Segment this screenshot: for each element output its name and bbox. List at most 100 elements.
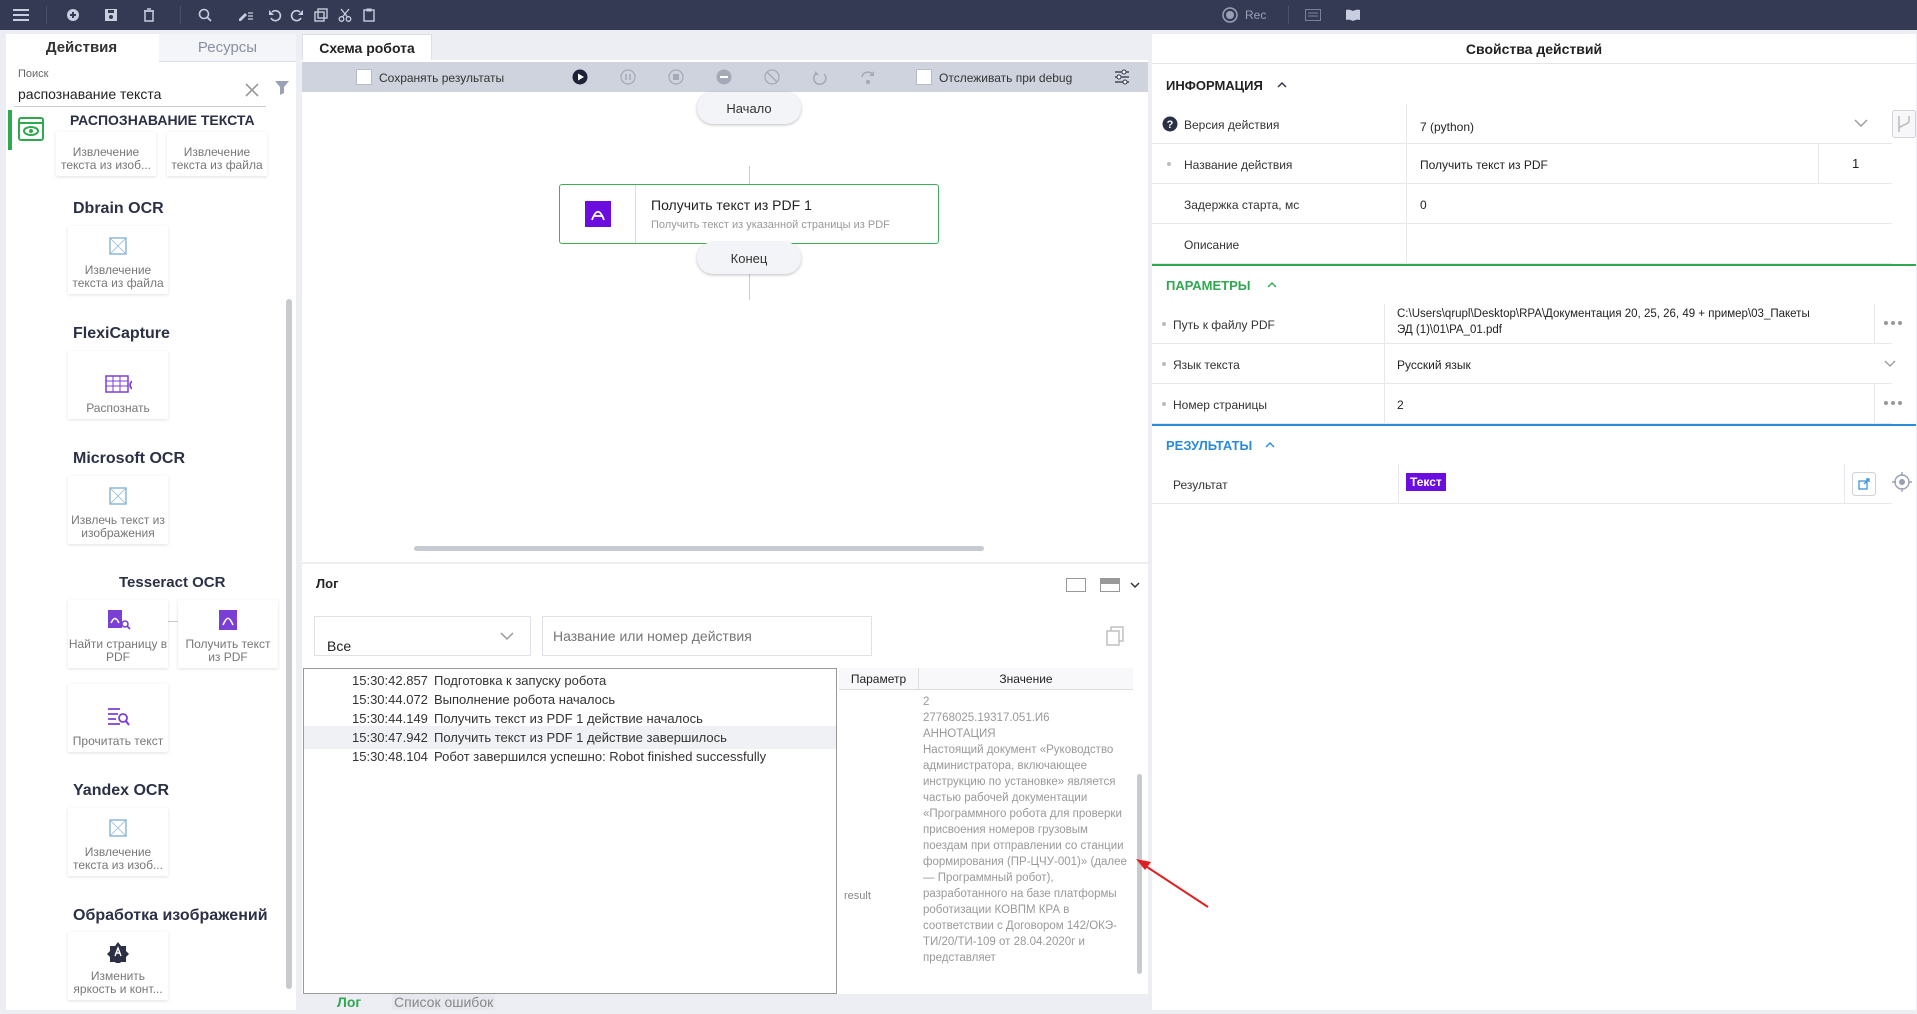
redo-icon[interactable]	[288, 6, 306, 24]
chevron-down-icon[interactable]	[1884, 360, 1896, 368]
more-icon[interactable]	[1876, 384, 1910, 422]
start-delay-field[interactable]: 0	[1420, 198, 1427, 212]
text-language-label: Язык текста	[1173, 358, 1240, 372]
paste-icon[interactable]	[360, 6, 378, 24]
action-tile[interactable]: Распознать	[68, 351, 168, 419]
record-label[interactable]: Rec	[1245, 8, 1266, 22]
section-results[interactable]: РЕЗУЛЬТАТЫ	[1166, 438, 1252, 453]
page-number-field[interactable]: 2	[1397, 398, 1404, 412]
save-results-checkbox[interactable]	[356, 69, 372, 85]
log-panel: Лог Все 15:30:42.857 Подготовка к запуску…	[302, 564, 1148, 1010]
version-select[interactable]: 7 (python)	[1420, 120, 1474, 134]
edit-list-icon[interactable]	[236, 6, 254, 24]
group-title: Yandex OCR	[73, 782, 170, 799]
search-input[interactable]	[18, 84, 248, 104]
action-tile[interactable]: Изменить яркость и конт...	[68, 932, 168, 1000]
log-level-select[interactable]: Все	[314, 616, 531, 656]
result-label: Результат	[1173, 478, 1228, 492]
branch-icon[interactable]	[1892, 110, 1916, 138]
layout-single-icon[interactable]	[1066, 578, 1086, 592]
text-language-select[interactable]: Русский язык	[1397, 358, 1471, 372]
column-divider	[1384, 304, 1385, 344]
layout-split-icon[interactable]	[1100, 578, 1120, 592]
horizontal-scrollbar[interactable]	[414, 546, 984, 551]
action-tile[interactable]: Извлечение текста из изоб...	[56, 132, 156, 176]
action-tile[interactable]: Прочитать текст	[68, 684, 168, 752]
tab-actions[interactable]: Действия	[6, 34, 157, 62]
help-icon[interactable]: ?	[1162, 116, 1178, 132]
tab-resources[interactable]: Ресурсы	[159, 34, 296, 62]
group-title: Microsoft OCR	[73, 450, 185, 467]
action-search-input[interactable]	[542, 616, 872, 656]
record-icon[interactable]	[1221, 6, 1239, 24]
export-icon[interactable]	[1852, 472, 1876, 496]
add-icon[interactable]	[64, 6, 82, 24]
node-subtitle: Получить текст из указанной страницы из …	[651, 219, 890, 231]
group-title: Tesseract OCR	[119, 574, 226, 591]
trash-icon[interactable]	[140, 6, 158, 24]
action-name-field[interactable]: Получить текст из PDF	[1420, 158, 1548, 172]
target-icon[interactable]	[1892, 472, 1912, 492]
action-tile[interactable]: Извлечение текста из файла	[68, 226, 168, 294]
action-number-field[interactable]: 1	[1852, 156, 1859, 171]
action-tile[interactable]: Найти страницу в PDF	[68, 600, 168, 668]
pause-icon[interactable]	[620, 69, 636, 85]
start-node[interactable]: Начало	[697, 92, 801, 124]
chevron-up-icon[interactable]	[1266, 280, 1278, 288]
action-properties-panel: Свойства действий ИНФОРМАЦИЯ ? Версия де…	[1152, 34, 1916, 1010]
step-over-icon[interactable]	[860, 69, 876, 85]
book-icon[interactable]	[1344, 6, 1362, 24]
play-icon[interactable]	[572, 69, 588, 85]
action-tile[interactable]: Извлечение текста из файла	[167, 132, 267, 176]
filter-icon[interactable]	[273, 78, 293, 100]
tile-label: Изменить яркость и конт...	[73, 969, 163, 996]
tab-error-list[interactable]: Список ошибок	[392, 994, 496, 1010]
column-divider	[1406, 224, 1407, 264]
pdf-path-line2[interactable]: ЭД (1)\01\PA_01.pdf	[1397, 324, 1502, 336]
chevron-up-icon[interactable]	[1276, 80, 1288, 88]
undo-icon[interactable]	[266, 6, 284, 24]
action-tile[interactable]: Извлечь текст из изображения	[68, 476, 168, 544]
pdf-path-line1[interactable]: C:\Users\qrupl\Desktop\RPA\Документация …	[1397, 308, 1810, 320]
search-icon[interactable]	[196, 6, 214, 24]
property-row: Описание	[1152, 224, 1892, 264]
column-divider	[1384, 344, 1385, 384]
log-row[interactable]: 15:30:48.104 Робот завершился успешно: Ro…	[304, 745, 836, 768]
tab-robot-schema[interactable]: Схема робота	[302, 34, 432, 60]
log-message: Получить текст из PDF 1 действие началос…	[434, 711, 703, 726]
result-type-badge[interactable]: Текст	[1406, 473, 1446, 491]
chevron-up-icon[interactable]	[1264, 440, 1276, 448]
copy-icon[interactable]	[312, 6, 330, 24]
text-recognition-icon[interactable]	[16, 114, 46, 144]
clear-icon[interactable]	[242, 80, 262, 100]
menu-icon[interactable]	[12, 6, 30, 24]
tile-label: Извлечение текста из файла	[72, 263, 164, 290]
section-parameters[interactable]: ПАРАМЕТРЫ	[1166, 278, 1251, 293]
chevron-down-icon[interactable]	[1130, 580, 1140, 590]
cancel-icon[interactable]	[716, 69, 732, 85]
chevron-down-icon[interactable]	[1854, 118, 1868, 128]
stop-icon[interactable]	[668, 69, 684, 85]
log-time: 15:30:44.072	[352, 692, 428, 707]
log-bottom-tabs: Лог Список ошибок	[302, 994, 1148, 1010]
cut-icon[interactable]	[336, 6, 354, 24]
track-debug-label: Отслеживать при debug	[939, 71, 1073, 85]
track-debug-checkbox[interactable]	[916, 69, 932, 85]
block-icon[interactable]	[764, 69, 780, 85]
section-info[interactable]: ИНФОРМАЦИЯ	[1166, 78, 1263, 93]
log-time: 15:30:48.104	[352, 749, 428, 764]
tab-log[interactable]: Лог	[337, 994, 361, 1010]
restart-icon[interactable]	[812, 69, 828, 85]
settings-sliders-icon[interactable]	[1114, 69, 1130, 85]
save-icon[interactable]	[102, 6, 120, 24]
schema-canvas[interactable]: Начало Получить текст из PDF 1 Получить …	[302, 92, 1148, 552]
action-node[interactable]: Получить текст из PDF 1 Получить текст и…	[559, 184, 939, 244]
scrollbar[interactable]	[286, 299, 292, 989]
action-tile[interactable]: Извлечение текста из изоб...	[68, 808, 168, 876]
tile-label: Распознать	[86, 401, 150, 415]
keyboard-icon[interactable]	[1304, 6, 1322, 24]
more-icon[interactable]	[1876, 304, 1910, 342]
copy-icon[interactable]	[1106, 626, 1126, 648]
end-node[interactable]: Конец	[697, 242, 801, 274]
action-tile[interactable]: Получить текст из PDF	[178, 600, 278, 668]
